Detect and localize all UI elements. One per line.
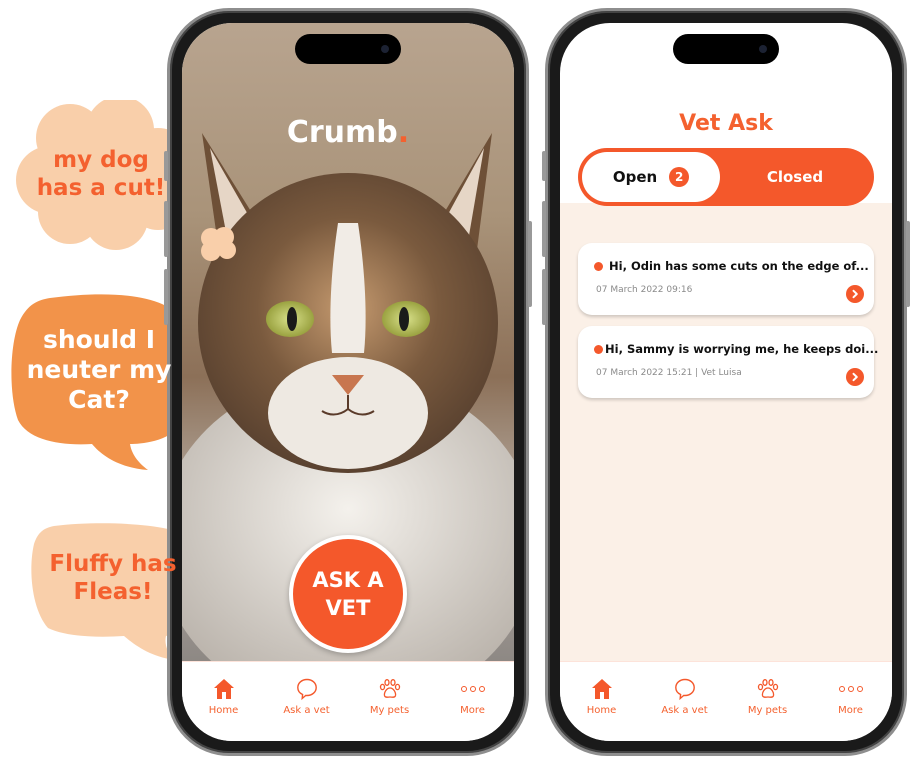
camera-icon <box>759 45 767 53</box>
unread-dot-icon <box>594 344 603 354</box>
tab-ask-a-vet[interactable]: Ask a vet <box>271 676 343 741</box>
tab-my-pets[interactable]: My pets <box>354 676 426 741</box>
phone-home-screen: Crumb. ASK A VET Home Ask a vet My pets M… <box>164 8 532 756</box>
volume-down-button <box>164 269 168 325</box>
question-title: Hi, Sammy is worrying me, he keeps doi..… <box>605 342 879 356</box>
tab-home[interactable]: Home <box>566 676 638 741</box>
question-meta: 07 March 2022 09:16 <box>596 285 693 295</box>
volume-down-button <box>542 269 546 325</box>
paw-icon <box>755 676 781 702</box>
chat-bubble-icon <box>672 676 698 702</box>
home-screen: Crumb. ASK A VET Home Ask a vet My pets M… <box>182 23 514 741</box>
tab-more[interactable]: More <box>437 676 509 741</box>
open-count-badge: 2 <box>669 167 690 187</box>
question-card[interactable]: Hi, Odin has some cuts on the edge of...… <box>578 243 874 315</box>
bubble-text: my dog <box>53 147 149 174</box>
more-dots-icon <box>838 676 864 702</box>
phone-vet-ask-screen: Vet Ask Open 2 Closed Hi, Odin has some … <box>542 8 910 756</box>
question-meta: 07 March 2022 15:21 | Vet Luisa <box>596 368 742 378</box>
thought-puff <box>201 227 236 261</box>
bubble-text: Cat? <box>68 385 130 414</box>
tab-label: My pets <box>747 705 788 716</box>
tab-more[interactable]: More <box>815 676 887 741</box>
tab-label: Ask a vet <box>283 705 330 716</box>
bubble-text: has a cut! <box>36 175 166 201</box>
brand-name: Crumb <box>286 115 398 150</box>
speech-bubble-neuter-cat: should Ineuter my Cat? <box>10 292 188 472</box>
tab-home[interactable]: Home <box>188 676 260 741</box>
camera-icon <box>381 45 389 53</box>
bubble-text: Fleas! <box>73 579 153 605</box>
brand-logo: Crumb. <box>182 115 514 150</box>
tab-label: Ask a vet <box>661 705 708 716</box>
brand-dot: . <box>397 115 410 150</box>
open-closed-segmented-control: Open 2 Closed <box>578 148 874 206</box>
paw-icon <box>377 676 403 702</box>
unread-dot-icon <box>594 261 603 271</box>
tab-label: My pets <box>369 705 410 716</box>
power-button <box>528 221 532 307</box>
ask-button-text: VET <box>325 596 371 620</box>
tab-label: Home <box>208 705 239 716</box>
tab-closed[interactable]: Closed <box>720 152 870 202</box>
volume-up-button <box>542 201 546 257</box>
bubble-text: neuter my <box>26 355 172 384</box>
power-button <box>906 221 910 307</box>
tab-my-pets[interactable]: My pets <box>732 676 804 741</box>
page-title: Vet Ask <box>679 111 773 136</box>
ask-button-text: ASK A <box>312 567 384 592</box>
side-button <box>542 151 546 181</box>
bubble-text: Fluffy has <box>49 551 177 578</box>
home-icon <box>211 676 237 702</box>
dynamic-island <box>673 34 779 64</box>
dynamic-island <box>295 34 401 64</box>
chevron-right-icon[interactable] <box>846 368 864 386</box>
tab-open-label: Open <box>612 168 658 186</box>
tab-label: More <box>460 705 485 716</box>
ask-a-vet-button[interactable]: ASK A VET <box>289 535 407 653</box>
tab-ask-a-vet[interactable]: Ask a vet <box>649 676 721 741</box>
home-icon <box>589 676 615 702</box>
tab-label: Home <box>586 705 617 716</box>
tab-label: More <box>838 705 863 716</box>
tab-bar: Home Ask a vet My pets More <box>560 661 892 741</box>
chat-bubble-icon <box>294 676 320 702</box>
tab-bar: Home Ask a vet My pets More <box>182 661 514 741</box>
vet-ask-screen: Vet Ask Open 2 Closed Hi, Odin has some … <box>560 23 892 741</box>
tab-open[interactable]: Open 2 <box>582 152 720 202</box>
question-title: Hi, Odin has some cuts on the edge of... <box>609 259 869 273</box>
bubble-text: should I <box>42 325 156 354</box>
more-dots-icon <box>460 676 486 702</box>
question-card[interactable]: Hi, Sammy is worrying me, he keeps doi..… <box>578 326 878 398</box>
tab-closed-label: Closed <box>766 168 824 186</box>
chevron-right-icon[interactable] <box>846 285 864 303</box>
volume-up-button <box>164 201 168 257</box>
